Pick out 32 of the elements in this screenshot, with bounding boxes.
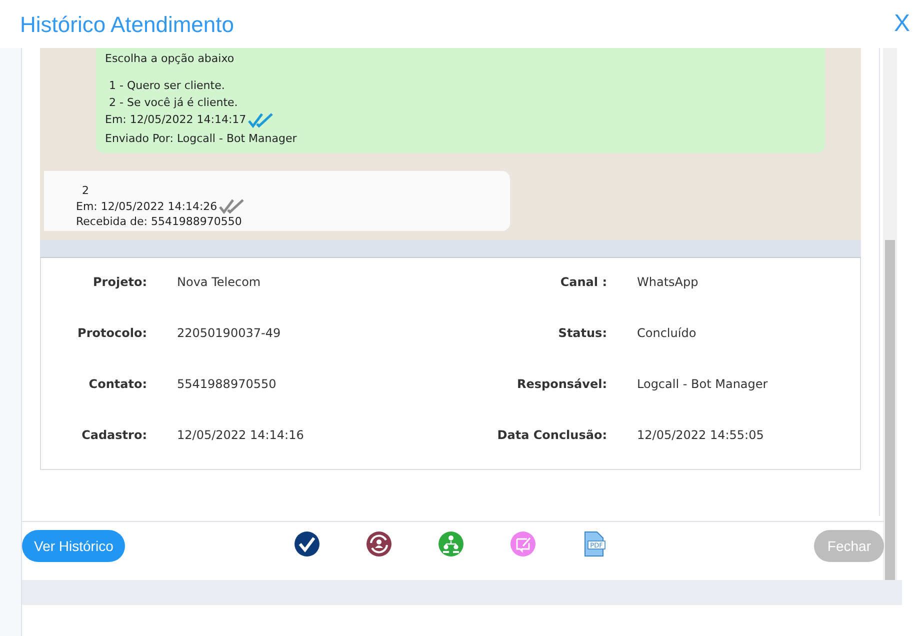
team-icon[interactable] xyxy=(438,530,464,556)
view-history-button[interactable]: Ver Histórico xyxy=(22,530,126,562)
field-label: Responsável: xyxy=(516,376,608,393)
message-time: Em: 12/05/2022 14:14:17 xyxy=(105,112,246,128)
field-label: Status: xyxy=(557,325,608,342)
close-button[interactable]: X xyxy=(894,6,910,42)
field-label: Data Conclusão: xyxy=(496,427,608,444)
field-label: Cadastro: xyxy=(80,427,148,444)
field-label: Contato: xyxy=(88,376,148,393)
field-value: Nova Telecom xyxy=(177,274,262,291)
field-value: 5541988970550 xyxy=(177,376,278,393)
person-cycle-icon[interactable] xyxy=(366,530,392,556)
check-icon[interactable] xyxy=(294,530,320,556)
field-value: 22050190037-49 xyxy=(177,325,282,342)
field-label: Protocolo: xyxy=(76,325,148,342)
message-text: 1 - Quero ser cliente. xyxy=(108,78,226,94)
message-text: Escolha a opção abaixo xyxy=(105,51,236,67)
message-text: 2 xyxy=(81,183,90,198)
window-title: Histórico Atendimento xyxy=(20,10,234,38)
scrollbar-thumb[interactable] xyxy=(885,240,895,580)
field-label: Projeto: xyxy=(92,274,148,291)
field-value: Concluído xyxy=(637,325,698,342)
message-text: 2 - Se você já é cliente. xyxy=(108,95,239,111)
field-value: WhatsApp xyxy=(637,274,700,291)
message-time: Em: 12/05/2022 14:14:26 xyxy=(76,198,218,214)
field-value: 12/05/2022 14:55:05 xyxy=(637,427,765,444)
message-sender: Recebida de: 5541988970550 xyxy=(76,214,243,229)
field-value: 12/05/2022 14:14:16 xyxy=(177,427,305,444)
field-value: Logcall - Bot Manager xyxy=(637,376,769,393)
field-label: Canal : xyxy=(559,274,608,291)
message-sender: Enviado Por: Logcall - Bot Manager xyxy=(105,131,298,147)
edit-note-icon[interactable] xyxy=(510,530,536,556)
